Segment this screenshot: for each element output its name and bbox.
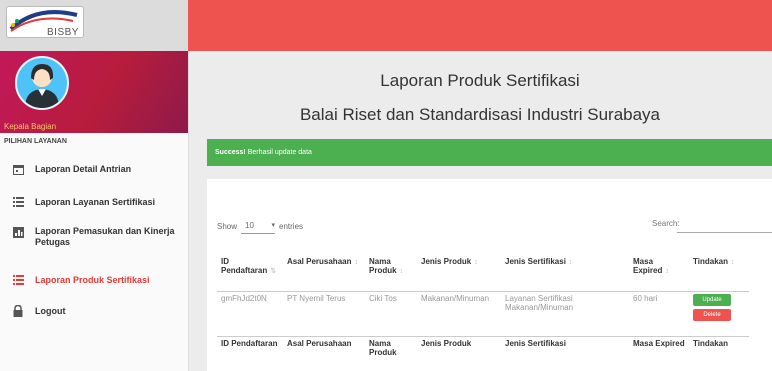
header-label: Jenis Sertifikasi <box>505 257 566 266</box>
cell-perusahaan: PT Nyemil Terus <box>283 291 365 337</box>
avatar[interactable] <box>15 56 69 110</box>
table-row: gmFhJd2t0N PT Nyemil Terus Ciki Tos Maka… <box>217 291 749 337</box>
sidebar-item-label: Laporan Layanan Sertifikasi <box>35 196 156 207</box>
cell-expired: 60 hari <box>629 291 689 337</box>
data-table: ID Pendaftaran ⇅ Asal Perusahaan ↕ Nama Pr… <box>217 255 749 371</box>
sidebar-item-logout[interactable]: Logout <box>0 305 188 317</box>
calendar-icon <box>12 163 24 175</box>
sort-icon: ↕ <box>474 259 478 266</box>
footer-header: Asal Perusahaan <box>287 339 352 348</box>
cell-produk: Ciki Tos <box>365 291 417 337</box>
logo: BISBY <box>6 6 84 38</box>
list-icon <box>12 274 24 286</box>
sidebar-item-produk-sertifikasi[interactable]: Laporan Produk Sertifikasi <box>0 274 188 286</box>
footer-header: Jenis Produk <box>421 339 472 348</box>
column-header[interactable]: Jenis Produk ↕ <box>417 255 501 292</box>
sidebar-item-detail-antrian[interactable]: Laporan Detail Antrian <box>0 163 188 175</box>
footer-header: ID Pendaftaran <box>221 339 278 348</box>
cell-jenis-sertifikasi: Layanan Sertifikasi Makanan/Minuman <box>501 291 629 337</box>
sort-icon: ↕ <box>665 268 669 275</box>
sidebar-item-label: Laporan Detail Antrian <box>35 163 132 174</box>
column-header[interactable]: Masa Expired ↕ <box>629 255 689 292</box>
sidebar-item-label: Laporan Produk Sertifikasi <box>35 274 150 285</box>
cell-id: gmFhJd2t0N <box>217 291 283 337</box>
column-header[interactable]: Asal Perusahaan ↕ <box>283 255 365 292</box>
profile-name: Kepala Bagian <box>4 122 57 131</box>
sidebar-item-pemasukan-kinerja[interactable]: Laporan Pemasukan dan Kinerja Petugas <box>0 226 188 248</box>
update-button[interactable]: Update <box>693 294 731 306</box>
caret-down-icon: ▾ <box>271 222 276 229</box>
sort-icon: ⇅ <box>270 268 277 275</box>
entries-label: entries <box>279 222 304 231</box>
header-label: Asal Perusahaan <box>287 257 352 266</box>
page-header: Laporan Produk Sertifikasi Balai Riset d… <box>188 58 772 125</box>
sort-icon: ↕ <box>399 268 404 275</box>
page-subtitle: Balai Riset dan Standardisasi Industri S… <box>299 105 661 124</box>
header-label: Masa Expired <box>633 257 663 275</box>
alert-message: Berhasil update data <box>245 149 312 156</box>
header-label: ID Pendaftaran <box>221 257 268 275</box>
success-alert: Success! Berhasil update data <box>207 139 772 166</box>
sidebar-item-label: Logout <box>35 305 66 316</box>
table-panel: Show 10 ▾ entries Search: ID Pendaftaran… <box>207 179 772 371</box>
footer-header: Masa Expired <box>633 339 685 348</box>
sidebar-item-label: Laporan Pemasukan dan Kinerja Petugas <box>35 226 175 247</box>
table-header-row: ID Pendaftaran ⇅ Asal Perusahaan ↕ Nama Pr… <box>217 255 749 292</box>
delete-button[interactable]: Delete <box>693 309 731 321</box>
sort-icon: ↕ <box>354 259 358 266</box>
logo-area[interactable]: BISBY <box>0 0 188 51</box>
cell-actions: Update Delete <box>689 291 749 337</box>
column-header[interactable]: ID Pendaftaran ⇅ <box>217 255 283 292</box>
header-label: Nama Produk <box>369 257 397 275</box>
column-header[interactable]: Nama Produk ↕ <box>365 255 417 292</box>
page-title: Laporan Produk Sertifikasi <box>380 71 580 90</box>
lock-icon <box>12 305 24 317</box>
column-header[interactable]: Jenis Sertifikasi ↕ <box>501 255 629 292</box>
sidebar-item-layanan-sertifikasi[interactable]: Laporan Layanan Sertifikasi <box>0 196 188 208</box>
sort-icon: ↕ <box>730 259 735 266</box>
alert-strong: Success! <box>215 149 246 156</box>
search-input[interactable] <box>677 232 772 233</box>
column-header[interactable]: Tindakan ↕ <box>689 255 749 292</box>
footer-header: Tindakan <box>693 339 728 348</box>
show-label: Show <box>217 222 238 231</box>
user-profile: Kepala Bagian <box>0 51 188 133</box>
entries-value: 10 <box>245 221 254 230</box>
entries-select[interactable]: 10 ▾ <box>241 219 276 234</box>
search-label: Search: <box>652 219 680 228</box>
footer-header: Nama Produk <box>369 339 397 357</box>
table-footer-row: ID Pendaftaran Asal Perusahaan Nama Prod… <box>217 337 749 371</box>
header-label: Jenis Produk <box>421 257 472 266</box>
footer-header: Jenis Sertifikasi <box>505 339 566 348</box>
entries-control: Show 10 ▾ entries <box>217 219 303 234</box>
sidebar: Kepala Bagian PILIHAN LAYANAN Laporan De… <box>0 51 189 371</box>
list-icon <box>12 196 24 208</box>
sort-icon: ↕ <box>568 259 573 266</box>
section-label: PILIHAN LAYANAN <box>4 138 67 145</box>
cell-jenis-produk: Makanan/Minuman <box>417 291 501 337</box>
logo-text: BISBY <box>47 27 79 38</box>
header-label: Tindakan <box>693 257 728 266</box>
chart-icon <box>12 226 24 238</box>
